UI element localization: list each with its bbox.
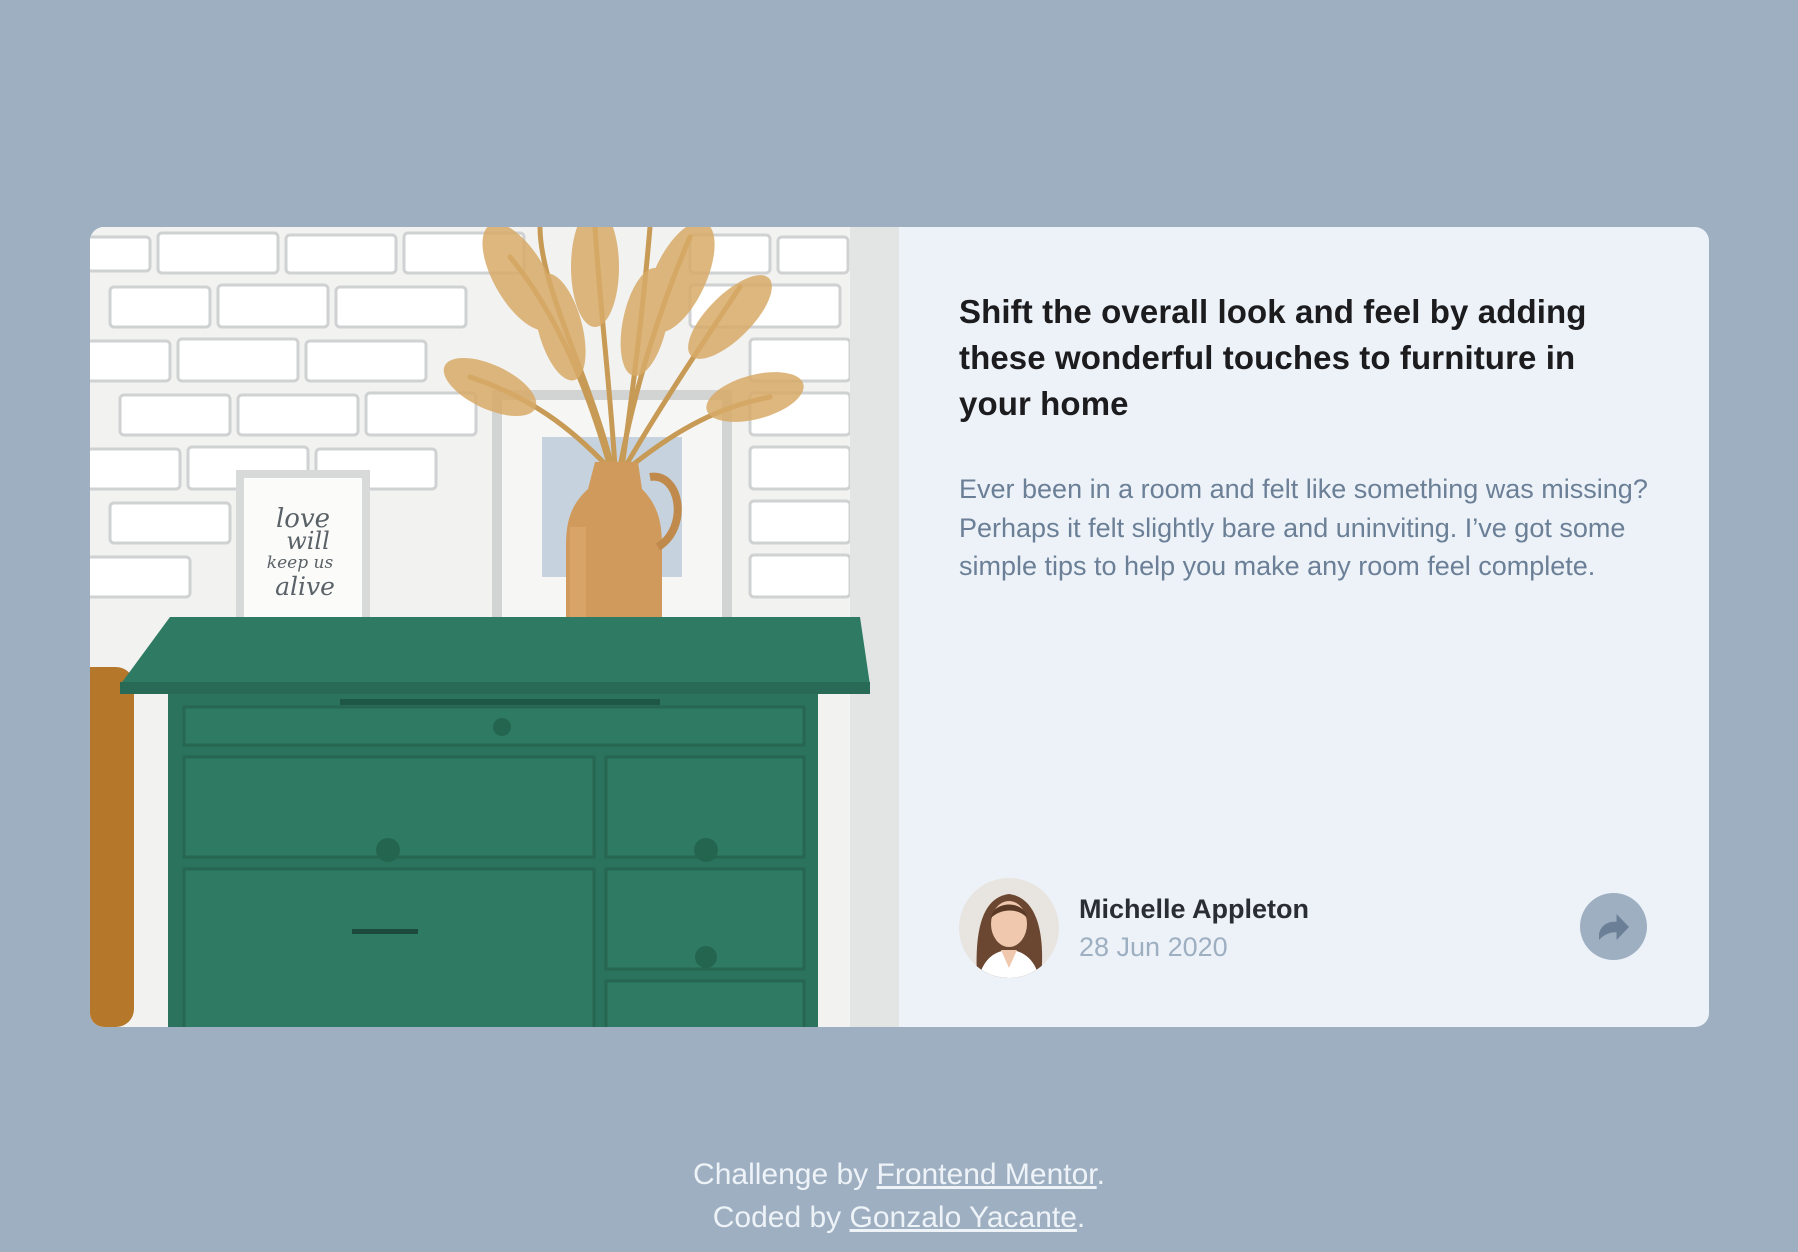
article-card: love will keep us alive Shift the overal… (90, 227, 1709, 1027)
avatar-image (959, 878, 1059, 978)
article-image: love will keep us alive (90, 227, 899, 1027)
challenge-period: . (1096, 1158, 1105, 1191)
challenge-line: Challenge by Frontend Mentor. (0, 1153, 1798, 1196)
coded-prefix: Coded by (712, 1201, 850, 1234)
drawer-illustration: love will keep us alive (90, 227, 899, 1027)
frame-text-3: keep us (267, 553, 334, 573)
frame-text-4: alive (275, 572, 335, 601)
avatar (959, 878, 1059, 978)
challenge-prefix: Challenge by (693, 1158, 877, 1191)
author-block: Michelle Appleton 28 Jun 2020 (959, 878, 1309, 978)
share-button[interactable] (1580, 893, 1647, 960)
author-name: Michelle Appleton (1079, 894, 1310, 924)
publish-date: 28 Jun 2020 (1079, 932, 1228, 962)
author-link[interactable]: Gonzalo Yacante (850, 1201, 1077, 1234)
coded-period: . (1076, 1201, 1086, 1234)
article-title: Shift the overall look and feel by addin… (959, 293, 1587, 422)
article-description: Ever been in a room and felt like someth… (959, 474, 1648, 581)
attribution-footer: Challenge by Frontend Mentor. Coded by G… (0, 1153, 1798, 1239)
frontend-mentor-link[interactable]: Frontend Mentor (877, 1158, 1097, 1191)
frame-text-2: will (286, 527, 330, 555)
coded-line: Coded by Gonzalo Yacante. (0, 1196, 1798, 1239)
article-content: Shift the overall look and feel by addin… (899, 227, 1709, 1027)
share-icon (1598, 913, 1629, 940)
